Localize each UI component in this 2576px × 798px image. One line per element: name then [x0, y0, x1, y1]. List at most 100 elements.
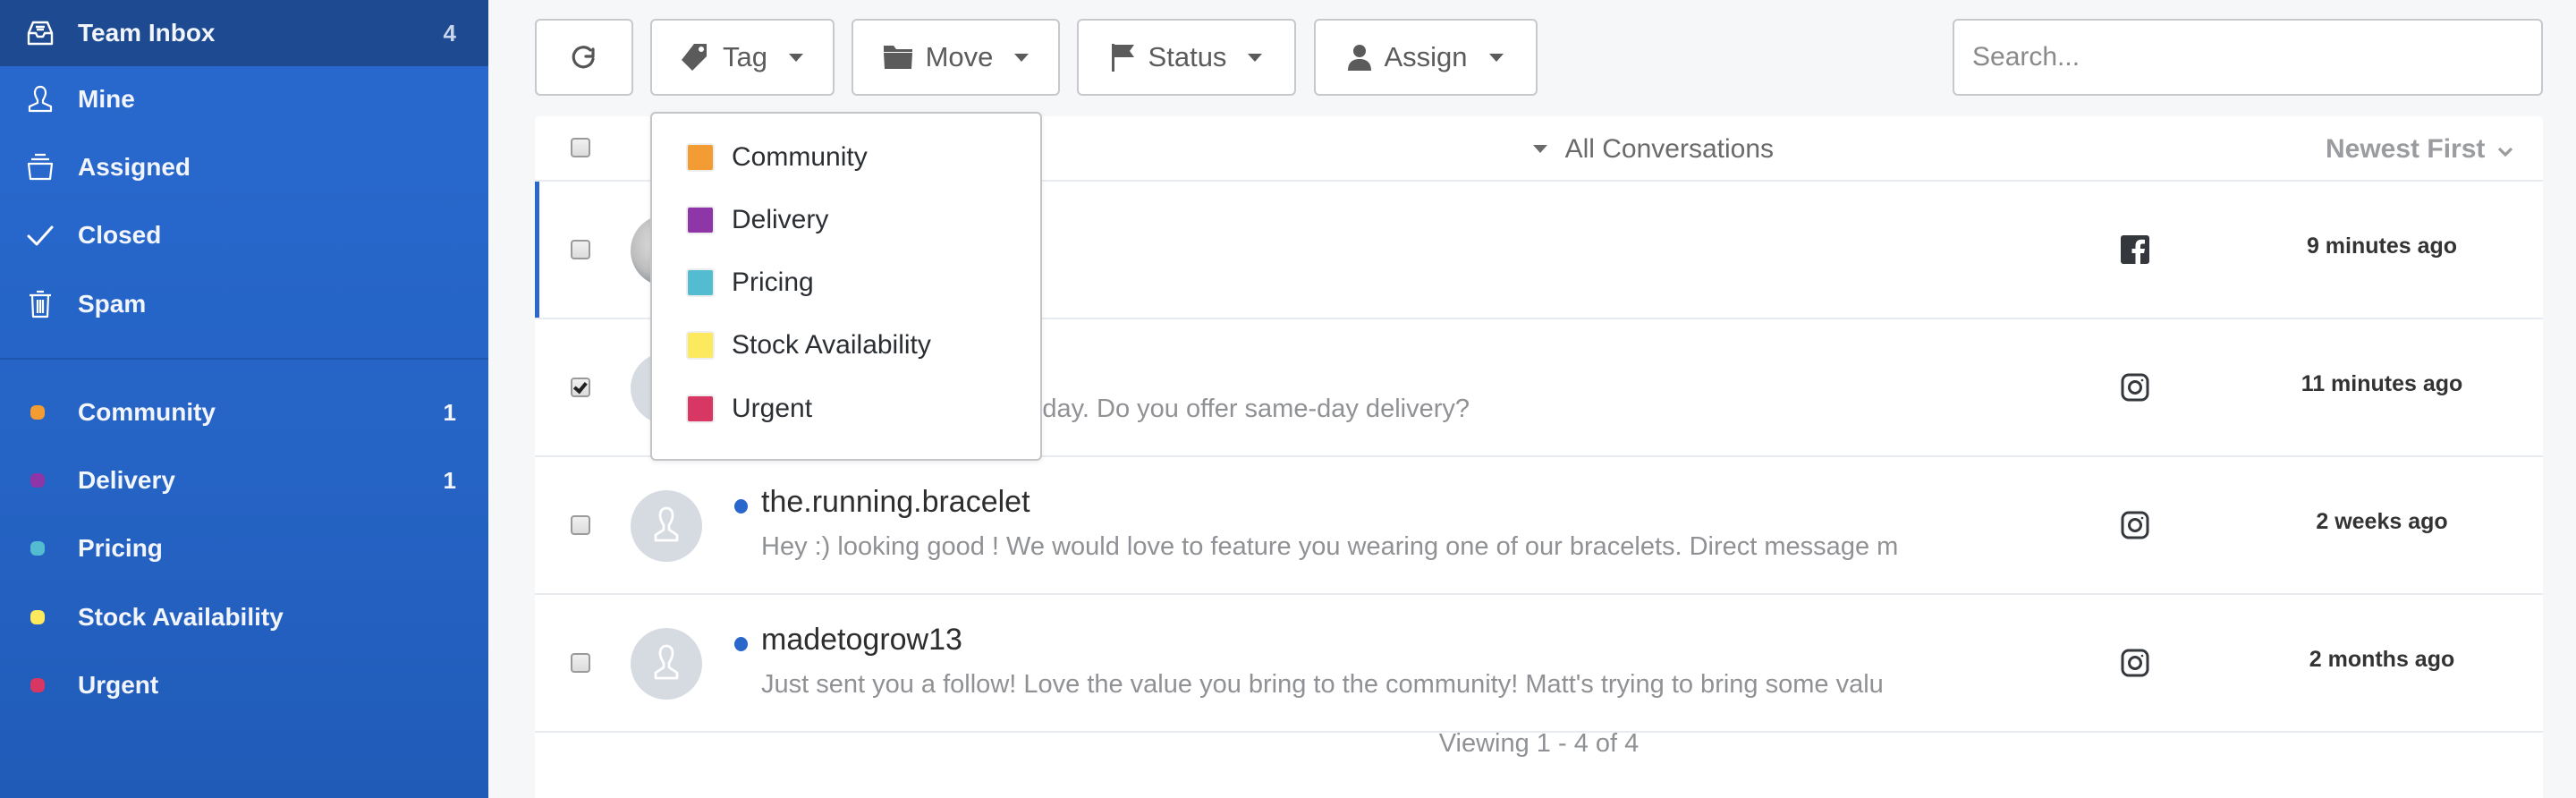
- tag-dropdown-menu: Community Delivery Pricing Stock Availab…: [650, 112, 1042, 461]
- tag-count: 1: [443, 398, 456, 426]
- instagram-icon: [2121, 373, 2149, 402]
- unread-indicator: [734, 499, 748, 514]
- conversation-time: 2 weeks ago: [2316, 509, 2448, 534]
- tag-button[interactable]: Tag: [650, 19, 835, 96]
- caret-down-icon: [1014, 53, 1030, 62]
- avatar: [631, 628, 702, 700]
- sidebar-item-closed[interactable]: Closed: [0, 203, 488, 267]
- message-preview: Just sent you a follow! Love the value y…: [761, 670, 1884, 699]
- tag-count: 1: [443, 466, 456, 494]
- sidebar-divider: [0, 358, 488, 360]
- contact-name: madetogrow13: [761, 623, 962, 657]
- message-preview: Hey :) looking good ! We would love to f…: [761, 532, 1899, 561]
- tag-option-label: Stock Availability: [732, 330, 931, 360]
- tag-option-label: Pricing: [732, 267, 814, 297]
- tag-color-dot: [30, 678, 45, 692]
- sidebar-item-mine[interactable]: Mine: [0, 67, 488, 132]
- sidebar-item-label: Mine: [78, 85, 135, 113]
- tag-icon: [682, 42, 710, 72]
- sidebar-tag-stock-availability[interactable]: Stock Availability: [0, 585, 488, 649]
- person-icon: [1348, 44, 1372, 71]
- trash-icon: [25, 289, 55, 319]
- inbox-icon: [25, 18, 55, 48]
- tag-swatch: [686, 331, 715, 360]
- sidebar-tag-community[interactable]: Community 1: [0, 380, 488, 445]
- move-button[interactable]: Move: [852, 19, 1060, 96]
- refresh-icon: [569, 42, 599, 72]
- tag-color-dot: [30, 473, 45, 488]
- tag-swatch: [686, 268, 715, 297]
- conversation-row[interactable]: madetogrow13 Just sent you a follow! Lov…: [535, 595, 2543, 733]
- tag-color-dot: [30, 541, 45, 556]
- flag-icon: [1111, 42, 1136, 72]
- sidebar-item-spam[interactable]: Spam: [0, 272, 488, 336]
- default-avatar-icon: [654, 506, 679, 542]
- default-avatar-icon: [654, 644, 679, 680]
- sidebar-item-label: Closed: [78, 221, 162, 249]
- tag-option-delivery[interactable]: Delivery: [652, 189, 1040, 251]
- facebook-icon: [2121, 235, 2149, 264]
- sidebar-tag-label: Pricing: [78, 534, 163, 562]
- sidebar-item-assigned[interactable]: Assigned: [0, 135, 488, 200]
- tag-option-label: Community: [732, 142, 868, 172]
- tag-swatch: [686, 395, 715, 423]
- sidebar-tag-label: Urgent: [78, 671, 159, 699]
- chevron-down-icon: [2497, 134, 2513, 165]
- sidebar-tag-label: Delivery: [78, 466, 175, 494]
- sidebar-tag-label: Community: [78, 398, 216, 426]
- status-button-label: Status: [1148, 41, 1227, 72]
- conversation-time: 9 minutes ago: [2306, 233, 2458, 259]
- tag-color-dot: [30, 405, 45, 420]
- tag-swatch: [686, 143, 715, 172]
- unread-count: 4: [443, 19, 456, 47]
- assign-button[interactable]: Assign: [1314, 19, 1538, 96]
- conversation-time: 11 minutes ago: [2301, 371, 2463, 396]
- sidebar-item-team-inbox[interactable]: Team Inbox 4: [0, 0, 488, 66]
- user-icon: [25, 84, 55, 115]
- sidebar-tag-pricing[interactable]: Pricing: [0, 516, 488, 581]
- sort-dropdown[interactable]: Newest First: [2326, 116, 2513, 182]
- folder-icon: [883, 44, 913, 71]
- caret-down-icon: [788, 53, 803, 62]
- assign-button-label: Assign: [1384, 41, 1468, 72]
- tag-option-label: Delivery: [732, 205, 829, 234]
- search-input[interactable]: [1953, 19, 2543, 96]
- tag-option-urgent[interactable]: Urgent: [652, 378, 1040, 440]
- conversation-time: 2 months ago: [2309, 647, 2455, 672]
- move-button-label: Move: [925, 41, 994, 72]
- row-checkbox[interactable]: [571, 240, 590, 259]
- sidebar-tag-urgent[interactable]: Urgent: [0, 653, 488, 717]
- tag-swatch: [686, 206, 715, 234]
- contact-name: the.running.bracelet: [761, 485, 1030, 519]
- instagram-icon: [2121, 649, 2149, 677]
- tag-option-pricing[interactable]: Pricing: [652, 251, 1040, 314]
- sidebar-tag-label: Stock Availability: [78, 603, 284, 631]
- tag-color-dot: [30, 610, 45, 624]
- sidebar-item-label: Assigned: [78, 153, 191, 181]
- conversation-row[interactable]: the.running.bracelet Hey :) looking good…: [535, 457, 2543, 595]
- check-icon: [25, 220, 55, 250]
- row-checkbox[interactable]: [571, 653, 590, 673]
- caret-down-icon: [1488, 53, 1504, 62]
- tag-option-stock-availability[interactable]: Stock Availability: [652, 314, 1040, 377]
- tag-button-label: Tag: [723, 41, 767, 72]
- tag-option-community[interactable]: Community: [652, 126, 1040, 189]
- archive-icon: [25, 152, 55, 183]
- unread-indicator: [734, 637, 748, 651]
- conversation-filter-dropdown[interactable]: All Conversations: [1532, 116, 1774, 182]
- instagram-icon: [2121, 511, 2149, 539]
- row-checkbox[interactable]: [571, 515, 590, 535]
- select-all-checkbox[interactable]: [571, 138, 590, 157]
- sidebar-item-label: Team Inbox: [78, 19, 216, 47]
- sidebar-item-label: Spam: [78, 290, 147, 318]
- row-checkbox[interactable]: [571, 378, 590, 397]
- status-button[interactable]: Status: [1077, 19, 1296, 96]
- tag-option-label: Urgent: [732, 394, 813, 423]
- sidebar: Team Inbox 4 Mine Assigned Closed Spam C…: [0, 0, 488, 798]
- filter-label: All Conversations: [1564, 133, 1774, 164]
- sort-label: Newest First: [2326, 133, 2486, 164]
- sidebar-tag-delivery[interactable]: Delivery 1: [0, 448, 488, 513]
- caret-down-icon: [1532, 145, 1547, 153]
- avatar: [631, 490, 702, 562]
- refresh-button[interactable]: [535, 19, 633, 96]
